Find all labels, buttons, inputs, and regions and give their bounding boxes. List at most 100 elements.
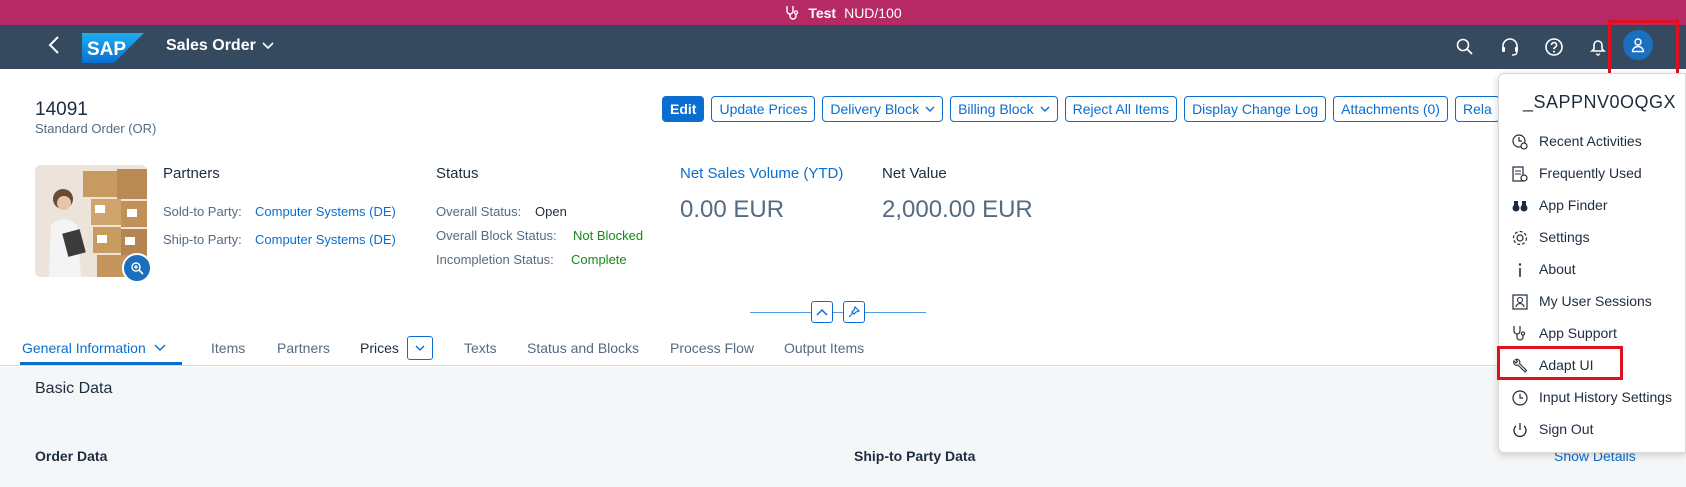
delivery-block-label: Delivery Block (830, 101, 920, 117)
back-icon[interactable] (44, 35, 64, 59)
help-icon[interactable] (1542, 35, 1566, 59)
sold-to-link[interactable]: Computer Systems (DE) (255, 204, 396, 219)
tab-label: General Information (22, 340, 146, 356)
app-title-menu[interactable]: Sales Order (166, 37, 274, 55)
menu-item-app-support[interactable]: App Support (1499, 317, 1686, 349)
power-icon (1513, 423, 1527, 438)
tab-process-flow[interactable]: Process Flow (670, 335, 754, 361)
collapse-header-button[interactable] (811, 301, 833, 323)
adapt-ui-highlight (1497, 346, 1623, 380)
active-tab-indicator (20, 362, 182, 365)
attachments-label: Attachments (0) (1341, 101, 1440, 117)
zoom-image-button[interactable] (122, 253, 152, 283)
menu-item-settings[interactable]: Settings (1499, 221, 1686, 253)
tab-label: Process Flow (670, 340, 755, 356)
section-title: Basic Data (35, 380, 113, 397)
pin-icon (848, 306, 860, 318)
chevron-down-icon (925, 106, 935, 112)
app-title: Sales Order (166, 37, 256, 54)
menu-item-about[interactable]: About (1499, 253, 1686, 285)
header-divider (750, 312, 926, 313)
chevron-down-icon (1040, 106, 1050, 112)
net-value-kpi: 2,000.00 EUR (882, 196, 1033, 224)
menu-item-recent-activities[interactable]: Recent Activities (1499, 125, 1686, 157)
zoom-in-icon (131, 262, 144, 275)
tab-label: Prices (360, 340, 399, 356)
search-icon[interactable] (1453, 35, 1477, 59)
menu-item-my-user-sessions[interactable]: My User Sessions (1499, 285, 1686, 317)
support-icon[interactable] (1498, 35, 1522, 59)
tab-label: Items (211, 340, 246, 356)
menu-item-label: Frequently Used (1539, 165, 1642, 181)
net-sales-value: 0.00 (680, 196, 727, 223)
chevron-down-icon (415, 345, 425, 351)
reject-all-items-button[interactable]: Reject All Items (1064, 96, 1178, 122)
incompletion-status-value: Complete (571, 252, 627, 267)
user-avatar-button[interactable] (1623, 30, 1653, 60)
net-sales-volume-link[interactable]: Net Sales Volume (YTD) (680, 165, 843, 182)
tab-items[interactable]: Items (211, 335, 245, 361)
net-value-title: Net Value (882, 165, 947, 182)
tab-prices[interactable]: Prices (360, 335, 433, 361)
block-status-value: Not Blocked (573, 228, 644, 243)
menu-item-input-history-settings[interactable]: Input History Settings (1499, 381, 1686, 413)
menu-item-app-finder[interactable]: App Finder (1499, 189, 1686, 221)
menu-item-label: My User Sessions (1539, 293, 1652, 309)
net-sales-unit: EUR (733, 196, 785, 223)
order-data-title: Order Data (35, 448, 108, 464)
edit-button[interactable]: Edit (662, 96, 705, 122)
page-content (0, 367, 1686, 487)
menu-item-label: App Finder (1539, 197, 1608, 213)
section-tab-bar: General Information Items Partners Price… (0, 330, 1686, 366)
tab-output-items[interactable]: Output Items (784, 335, 864, 361)
ship-to-label: Ship-to Party: (163, 232, 242, 247)
shell-bar: SAP Sales Order (0, 25, 1686, 69)
overall-status-label: Overall Status: (436, 204, 522, 219)
binoculars-icon (1512, 201, 1528, 212)
menu-item-label: Input History Settings (1539, 389, 1673, 405)
user-actions-menu: _SAPPNV0OQGX Recent Activities Frequentl… (1498, 73, 1686, 453)
menu-item-frequently-used[interactable]: Frequently Used (1499, 157, 1686, 189)
delivery-block-button[interactable]: Delivery Block (822, 96, 944, 122)
history-icon (1512, 390, 1528, 406)
object-type: Standard Order (OR) (35, 121, 157, 136)
overall-status-value: Open (535, 204, 567, 219)
notifications-icon[interactable] (1586, 35, 1610, 59)
tab-status-and-blocks[interactable]: Status and Blocks (527, 335, 639, 361)
user-icon (1631, 38, 1645, 53)
tab-label: Partners (277, 340, 330, 356)
reject-all-label: Reject All Items (1072, 101, 1170, 117)
net-value-amount: 2,000.00 (882, 196, 976, 223)
prices-menu-button[interactable] (406, 336, 433, 360)
frequently-used-icon (1512, 166, 1528, 182)
update-prices-button[interactable]: Update Prices (711, 96, 816, 122)
display-change-log-button[interactable]: Display Change Log (1184, 96, 1327, 122)
billing-block-button[interactable]: Billing Block (950, 96, 1058, 122)
info-icon (1518, 263, 1522, 277)
tab-partners[interactable]: Partners (277, 335, 330, 361)
tab-label: Output Items (784, 340, 865, 356)
sap-logo[interactable]: SAP (82, 33, 144, 63)
system-bar: Test NUD/100 (0, 0, 1686, 25)
menu-item-sign-out[interactable]: Sign Out (1499, 413, 1686, 445)
change-log-label: Display Change Log (1192, 101, 1319, 117)
tab-texts[interactable]: Texts (464, 335, 497, 361)
menu-item-label: App Support (1539, 325, 1617, 341)
chevron-down-icon (154, 344, 166, 351)
tab-general-information[interactable]: General Information (22, 335, 166, 361)
chevron-down-icon (262, 42, 274, 50)
edit-button-label: Edit (670, 101, 697, 117)
ship-to-link[interactable]: Computer Systems (DE) (255, 232, 396, 247)
gear-icon (1512, 230, 1528, 246)
stethoscope-icon (786, 5, 799, 20)
partners-facet-title: Partners (163, 165, 220, 182)
system-label: Test (808, 4, 837, 21)
menu-item-label: Sign Out (1539, 421, 1594, 437)
object-id: 14091 (35, 99, 88, 120)
related-apps-button[interactable]: Rela (1454, 96, 1500, 122)
attachments-button[interactable]: Attachments (0) (1333, 96, 1448, 122)
pin-header-button[interactable] (843, 301, 865, 323)
incompletion-status-label: Incompletion Status: (436, 252, 554, 267)
net-value-unit: EUR (982, 196, 1033, 223)
sold-to-label: Sold-to Party: (163, 204, 242, 219)
